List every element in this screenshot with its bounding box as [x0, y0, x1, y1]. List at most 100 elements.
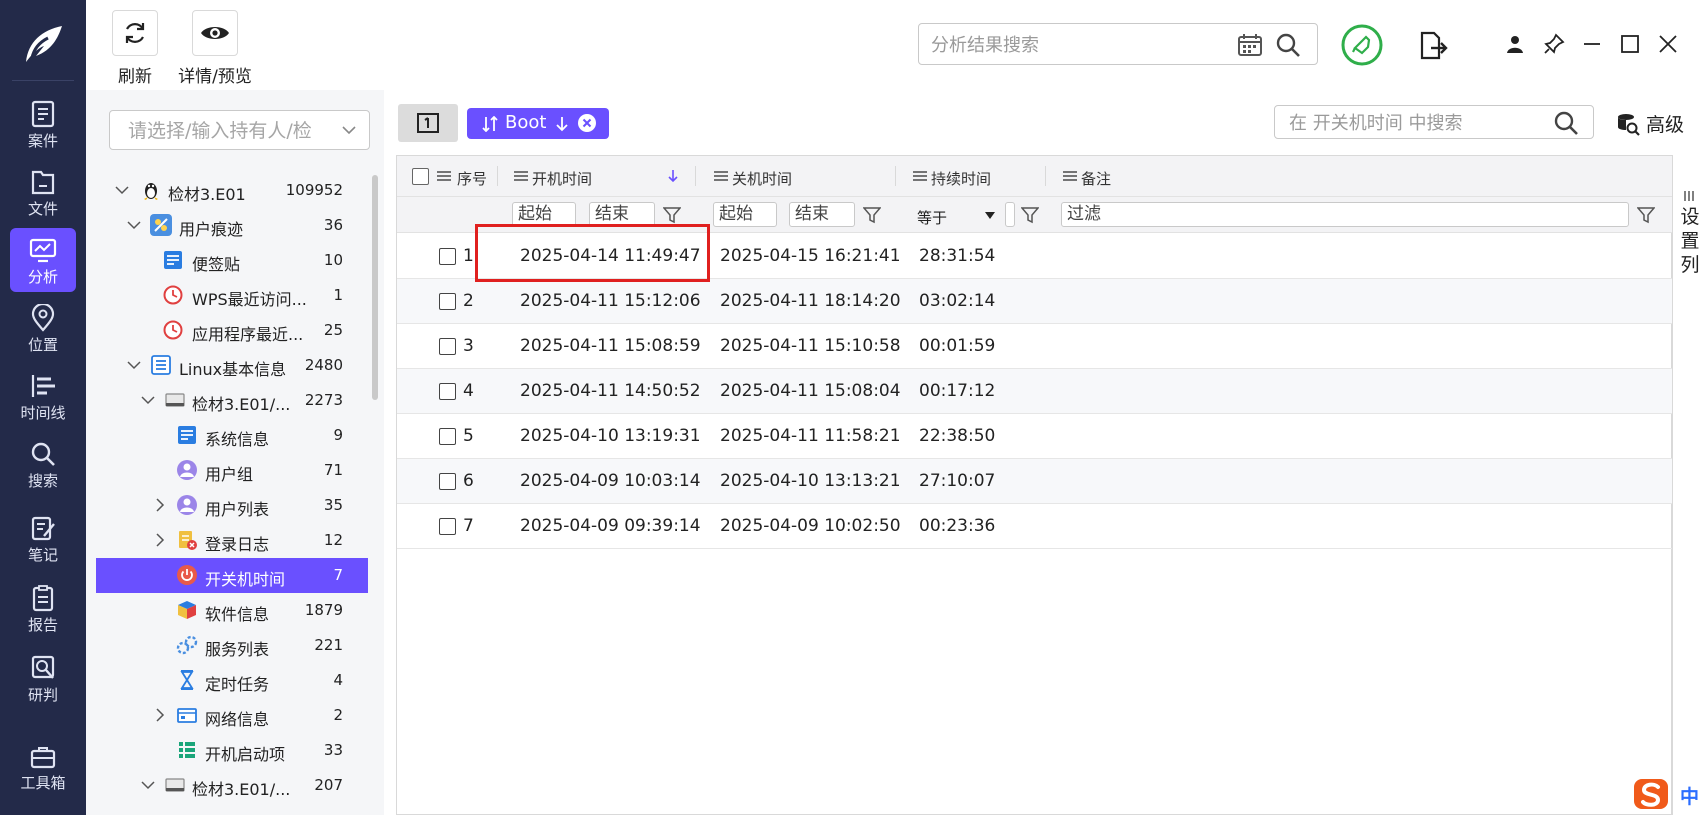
- tree-item-system-info[interactable]: 系统信息 9: [96, 418, 368, 453]
- minimize-icon[interactable]: [1580, 32, 1604, 56]
- table-row[interactable]: 3 2025-04-11 15:08:59 2025-04-11 15:10:5…: [397, 324, 1672, 369]
- row-checkbox[interactable]: [439, 338, 456, 355]
- top-search-input[interactable]: [931, 32, 1231, 58]
- tree-item-sticky-note[interactable]: 便签贴 10: [96, 243, 368, 278]
- calendar-icon[interactable]: [1237, 33, 1263, 57]
- tree-item-app-recent[interactable]: 应用程序最近... 25: [96, 313, 368, 348]
- row-checkbox[interactable]: [439, 293, 456, 310]
- tree-item-user-list[interactable]: 用户列表 35: [96, 488, 368, 523]
- tree-item-user-group[interactable]: 用户组 71: [96, 453, 368, 488]
- chevron-right-icon[interactable]: [152, 532, 168, 548]
- table-row[interactable]: 5 2025-04-10 13:19:31 2025-04-11 11:58:2…: [397, 414, 1672, 459]
- column-header-duration[interactable]: 持续时间: [931, 168, 991, 189]
- nav-item-location[interactable]: 位置: [10, 296, 76, 360]
- filter-icon[interactable]: [1637, 206, 1655, 224]
- shutdown-end-filter[interactable]: 结束: [789, 202, 855, 227]
- status-shield-icon[interactable]: [1340, 23, 1384, 67]
- nav-item-case[interactable]: 案件: [10, 92, 76, 156]
- close-icon[interactable]: [1656, 32, 1680, 56]
- nav-item-file[interactable]: 文件: [10, 160, 76, 224]
- nav-item-timeline[interactable]: 时间线: [10, 364, 76, 428]
- chevron-down-icon[interactable]: [126, 357, 142, 373]
- table-row[interactable]: 4 2025-04-11 14:50:52 2025-04-11 15:08:0…: [397, 369, 1672, 414]
- row-checkbox[interactable]: [439, 473, 456, 490]
- close-icon[interactable]: [577, 113, 597, 133]
- preview-button[interactable]: 详情/预览: [170, 10, 260, 87]
- table-row[interactable]: 7 2025-04-09 09:39:14 2025-04-09 10:02:5…: [397, 504, 1672, 549]
- tree-label: 软件信息: [205, 605, 270, 624]
- tree-item-power-time[interactable]: 开关机时间 7: [96, 558, 368, 593]
- chevron-down-icon[interactable]: [126, 217, 142, 233]
- database-search-icon: [1618, 114, 1640, 136]
- search-icon[interactable]: [1553, 110, 1579, 136]
- pin-icon[interactable]: [1542, 32, 1566, 56]
- column-divider: [1045, 166, 1046, 186]
- chevron-down-icon[interactable]: [114, 182, 130, 198]
- chevron-down-icon[interactable]: [140, 777, 156, 793]
- search-icon[interactable]: [1275, 32, 1301, 58]
- chevron-down-icon[interactable]: [340, 121, 358, 139]
- filter-icon[interactable]: [1021, 206, 1039, 224]
- tree-item-login-log[interactable]: 登录日志 12: [96, 523, 368, 558]
- tree-item-evidence-partition-2[interactable]: 检材3.E01/... 207: [96, 768, 368, 803]
- note-filter-input[interactable]: 过滤: [1061, 202, 1629, 227]
- chevron-right-icon[interactable]: [152, 497, 168, 513]
- shutdown-start-filter[interactable]: 起始: [713, 202, 777, 227]
- tree-item-scheduled-task[interactable]: 定时任务 4: [96, 663, 368, 698]
- column-menu-icon[interactable]: [913, 170, 927, 182]
- column-header-shutdown-time[interactable]: 关机时间: [732, 168, 792, 189]
- column-header-index[interactable]: 序号: [457, 168, 487, 189]
- duration-value-input[interactable]: [1005, 202, 1015, 227]
- tree-item-user-trace[interactable]: 用户痕迹 36: [96, 208, 368, 243]
- owner-select-input[interactable]: [128, 119, 328, 143]
- filter-chip-boot[interactable]: Boot: [467, 108, 609, 139]
- sort-desc-icon[interactable]: [667, 169, 679, 183]
- column-header-note[interactable]: 备注: [1081, 168, 1111, 189]
- tree-item-evidence-partition[interactable]: 检材3.E01/... 2273: [96, 383, 368, 418]
- tree-item-evidence-root[interactable]: 检材3.E01 109952: [96, 173, 368, 208]
- table-row[interactable]: 2 2025-04-11 15:12:06 2025-04-11 18:14:2…: [397, 279, 1672, 324]
- column-settings-char: 列: [1680, 254, 1700, 276]
- single-view-button[interactable]: [398, 104, 458, 142]
- nav-item-judge[interactable]: 研判: [10, 646, 76, 710]
- nav-item-toolbox[interactable]: 工具箱: [10, 736, 76, 800]
- ime-logo-icon[interactable]: [1632, 777, 1672, 813]
- export-icon[interactable]: [1418, 30, 1448, 62]
- nav-label-notes: 笔记: [27, 546, 58, 564]
- row-checkbox[interactable]: [439, 428, 456, 445]
- column-search-input[interactable]: [1289, 111, 1539, 135]
- nav-item-analysis[interactable]: 分析: [10, 228, 76, 292]
- nav-item-search[interactable]: 搜索: [10, 432, 76, 496]
- duration-operator[interactable]: 等于: [917, 207, 947, 228]
- column-header-boot-time[interactable]: 开机时间: [532, 168, 592, 189]
- owner-select[interactable]: [109, 110, 370, 150]
- tree-item-wps-recent[interactable]: WPS最近访问... 1: [96, 278, 368, 313]
- filter-icon[interactable]: [663, 206, 681, 224]
- column-menu-icon[interactable]: [514, 170, 528, 182]
- caret-down-icon[interactable]: [985, 212, 995, 220]
- tree-item-startup[interactable]: 开机启动项 33: [96, 733, 368, 768]
- row-checkbox[interactable]: [439, 383, 456, 400]
- table-row[interactable]: 6 2025-04-09 10:03:14 2025-04-10 13:13:2…: [397, 459, 1672, 504]
- maximize-icon[interactable]: [1618, 32, 1642, 56]
- column-menu-icon[interactable]: [1063, 170, 1077, 182]
- tree-item-network-info[interactable]: 网络信息 2: [96, 698, 368, 733]
- column-settings-label[interactable]: 设置列: [1673, 205, 1707, 277]
- row-checkbox[interactable]: [439, 248, 456, 265]
- tree-item-linux-info[interactable]: Linux基本信息 2480: [96, 348, 368, 383]
- tree-scrollbar[interactable]: [372, 175, 378, 400]
- filter-icon[interactable]: [863, 206, 881, 224]
- tree-item-software[interactable]: 软件信息 1879: [96, 593, 368, 628]
- chevron-right-icon[interactable]: [152, 707, 168, 723]
- nav-item-notes[interactable]: 笔记: [10, 506, 76, 570]
- refresh-button[interactable]: 刷新: [90, 10, 180, 87]
- tree-item-service-list[interactable]: 服务列表 221: [96, 628, 368, 663]
- row-checkbox[interactable]: [439, 518, 456, 535]
- column-menu-icon[interactable]: [714, 170, 728, 182]
- column-menu-icon[interactable]: [437, 170, 451, 182]
- ime-mode-label[interactable]: 中: [1680, 782, 1699, 809]
- select-all-checkbox[interactable]: [412, 168, 429, 185]
- chevron-down-icon[interactable]: [140, 392, 156, 408]
- nav-item-report[interactable]: 报告: [10, 576, 76, 640]
- user-icon[interactable]: [1504, 33, 1526, 55]
